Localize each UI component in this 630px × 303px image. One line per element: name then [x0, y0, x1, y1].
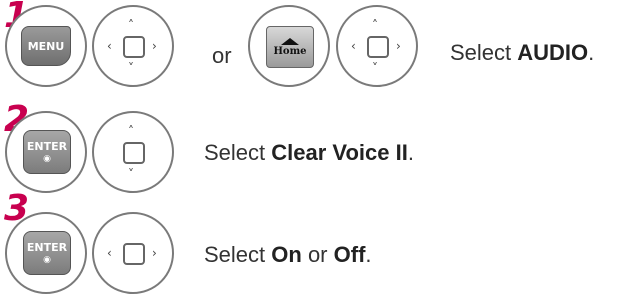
arrow-down-icon[interactable]: ˅ [128, 168, 134, 180]
instruction-suffix: . [365, 242, 372, 267]
arrow-left-icon[interactable]: ‹ [351, 40, 356, 52]
arrow-down-icon[interactable]: ˅ [372, 62, 378, 74]
nav-pad-circle-3: ‹ › [92, 212, 174, 294]
instruction-option-off: Off [333, 242, 366, 267]
instruction-target: Clear Voice II [271, 140, 408, 165]
instruction-prefix: Select [450, 40, 518, 65]
instruction-prefix: Select [204, 242, 272, 267]
menu-button[interactable]: MENU [21, 26, 71, 66]
menu-button-circle: MENU [5, 5, 87, 87]
step-1-instruction: Select AUDIO. [450, 40, 594, 66]
step-3-instruction: Select On or Off. [204, 242, 372, 268]
enter-button-label: ENTER [26, 140, 68, 153]
nav-ok-button[interactable] [123, 243, 145, 265]
instruction-suffix: . [407, 140, 414, 165]
nav-pad-circle-1: ˄ ˅ ‹ › [92, 5, 174, 87]
enter-button-label: ENTER [26, 241, 68, 254]
nav-pad-circle-home: ˄ ˅ ‹ › [336, 5, 418, 87]
enter-dot-icon: ◉ [43, 255, 51, 265]
arrow-right-icon[interactable]: › [396, 40, 401, 52]
nav-ok-button[interactable] [123, 142, 145, 164]
arrow-right-icon[interactable]: › [152, 247, 157, 259]
enter-button-circle-2: ENTER ◉ [5, 111, 87, 193]
arrow-up-icon[interactable]: ˄ [372, 19, 378, 31]
nav-pad-circle-2: ˄ ˅ [92, 111, 174, 193]
menu-button-label: MENU [27, 39, 65, 53]
enter-dot-icon: ◉ [43, 154, 51, 164]
arrow-up-icon[interactable]: ˄ [128, 125, 134, 137]
home-button[interactable]: Home [266, 26, 314, 68]
instruction-prefix: Select [204, 140, 272, 165]
arrow-up-icon[interactable]: ˄ [128, 19, 134, 31]
arrow-left-icon[interactable]: ‹ [107, 40, 112, 52]
arrow-right-icon[interactable]: › [152, 40, 157, 52]
nav-ok-button[interactable] [367, 36, 389, 58]
home-button-circle: Home [248, 5, 330, 87]
enter-button[interactable]: ENTER ◉ [23, 130, 71, 174]
enter-button[interactable]: ENTER ◉ [23, 231, 71, 275]
arrow-down-icon[interactable]: ˅ [128, 62, 134, 74]
instruction-target: AUDIO [517, 40, 589, 65]
arrow-left-icon[interactable]: ‹ [107, 247, 112, 259]
home-button-label: Home [273, 45, 307, 57]
instruction-suffix: . [588, 40, 595, 65]
instruction-middle: or [301, 242, 334, 267]
or-text: or [212, 43, 232, 68]
nav-ok-button[interactable] [123, 36, 145, 58]
instruction-option-on: On [271, 242, 302, 267]
step-2-instruction: Select Clear Voice II. [204, 140, 414, 166]
home-icon [281, 37, 299, 45]
enter-button-circle-3: ENTER ◉ [5, 212, 87, 294]
